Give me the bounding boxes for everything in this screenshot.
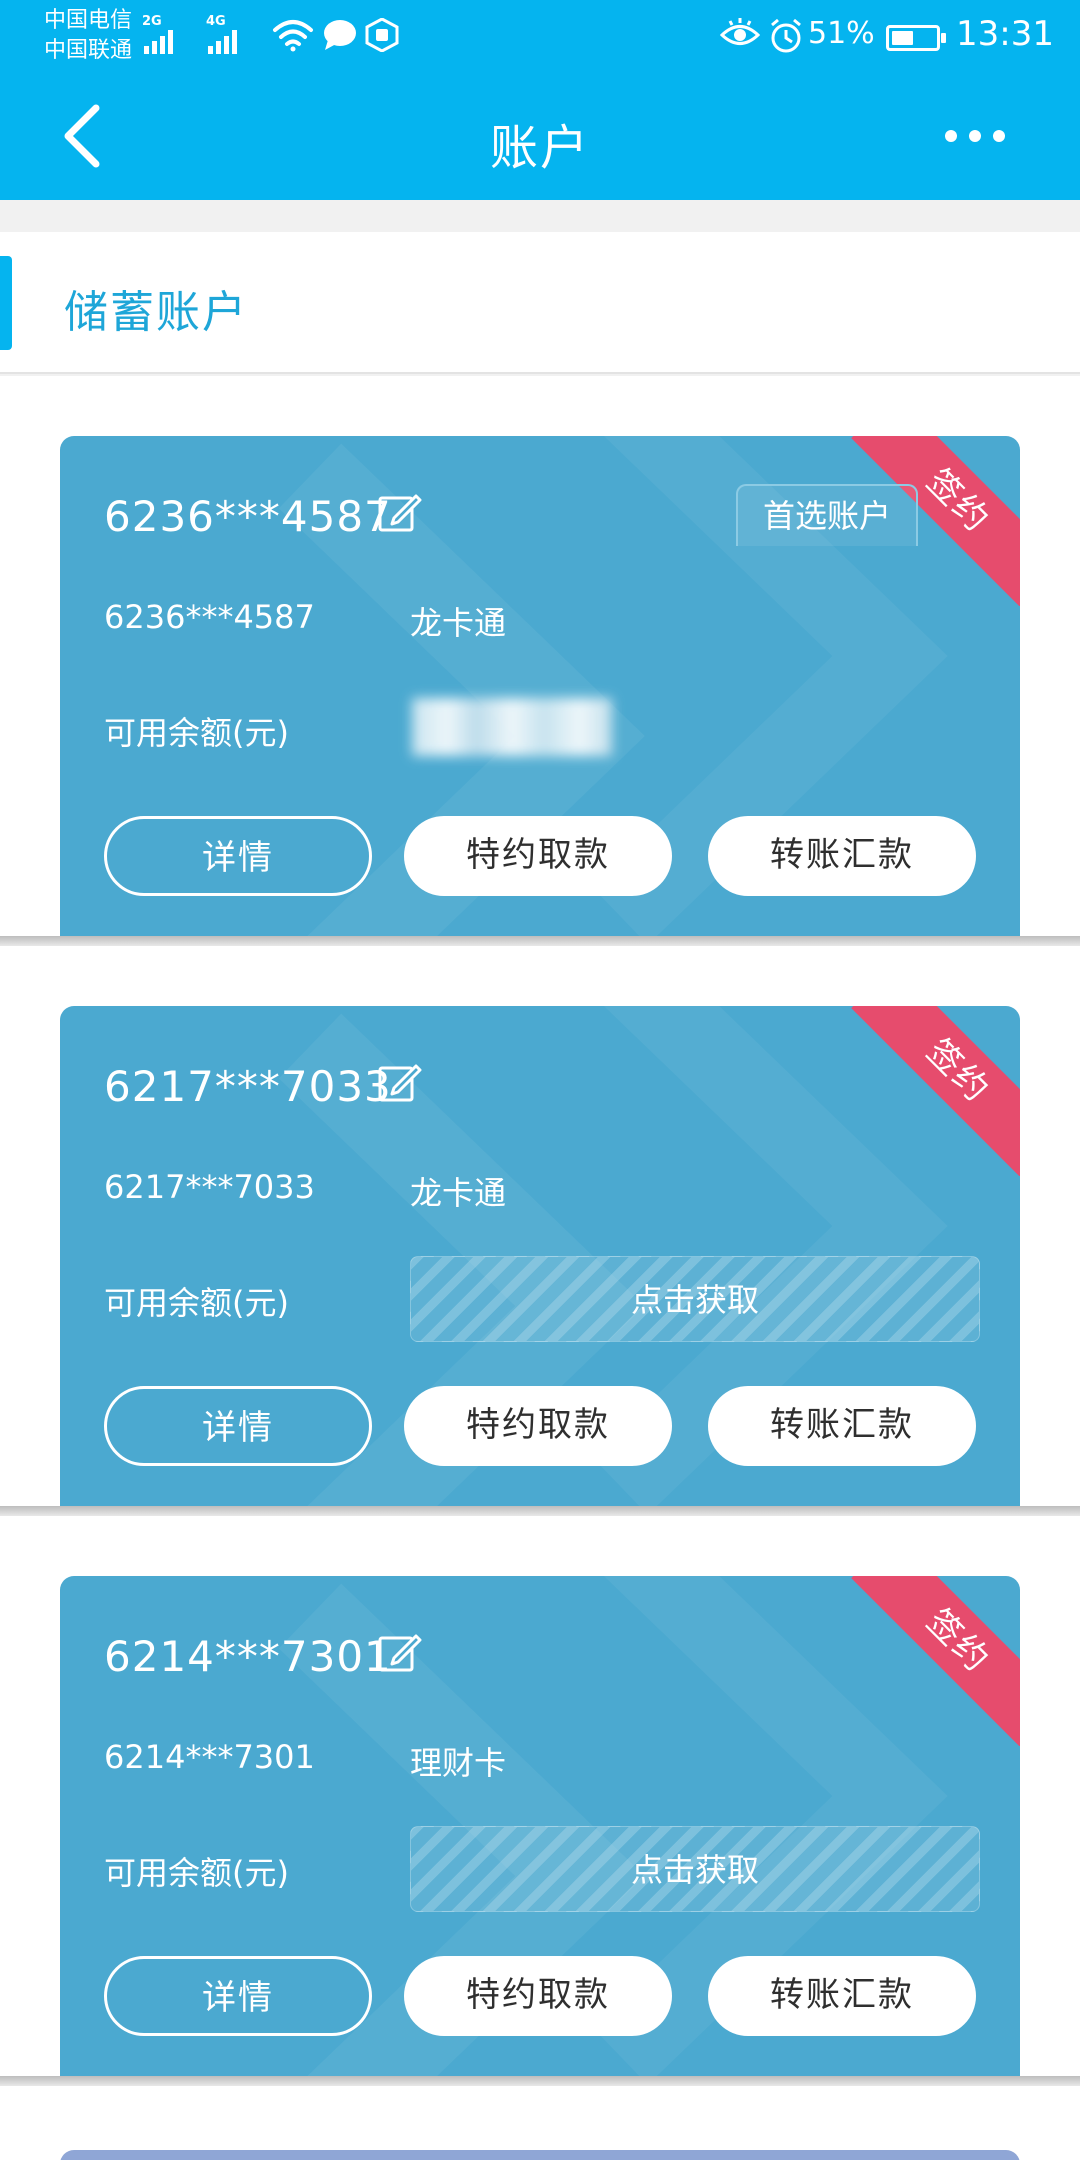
wifi-icon (273, 20, 313, 52)
app-badge-icon (365, 18, 399, 52)
signed-ribbon: 签约 (851, 1576, 1020, 1746)
signed-ribbon: 签约 (851, 1006, 1020, 1176)
card-number: 6236***4587 (104, 492, 392, 541)
clock: 13:31 (956, 14, 1054, 54)
section-accent-bar (0, 256, 12, 350)
account-number-short: 6217***7033 (104, 1168, 315, 1206)
carrier-1: 中国电信 (44, 8, 133, 33)
savings-section-header: 储蓄账户 (0, 232, 1080, 374)
account-block: 签约 6236***4587 首选账户 6236***4587 龙卡通 可用余额… (0, 376, 1080, 936)
account-number-short: 6214***7301 (104, 1738, 315, 1776)
battery-icon (886, 25, 946, 51)
network-type-1: 2G (142, 14, 162, 29)
network-type-2: 4G (206, 14, 226, 29)
section-title: 储蓄账户 (64, 287, 248, 338)
balance-label: 可用余额(元) (104, 1854, 289, 1892)
balance-value-masked (412, 698, 612, 756)
account-number-short: 6236***4587 (104, 598, 315, 636)
battery-percent: 51% (808, 16, 875, 51)
card-number: 6217***7033 (104, 1062, 392, 1111)
special-withdraw-button[interactable]: 特约取款 (404, 1956, 672, 2036)
section-divider (0, 936, 1080, 946)
transfer-button[interactable]: 转账汇款 (708, 1956, 976, 2036)
chat-bubble-icon (324, 20, 356, 50)
page-title: 账户 (489, 120, 590, 176)
account-type: 龙卡通 (410, 1174, 507, 1212)
account-type: 理财卡 (410, 1744, 507, 1782)
transfer-button[interactable]: 转账汇款 (708, 1386, 976, 1466)
account-card[interactable]: 签约 6214***7301 6214***7301 理财卡 可用余额(元) 点… (60, 1576, 1020, 2076)
details-button[interactable]: 详情 (104, 1956, 372, 2036)
preferred-account-badge: 首选账户 (736, 484, 918, 546)
special-withdraw-button[interactable]: 特约取款 (404, 1386, 672, 1466)
account-block: 签约 6217***7033 6217***7033 龙卡通 可用余额(元) 点… (0, 946, 1080, 1506)
edit-icon[interactable] (376, 1630, 422, 1676)
balance-label: 可用余额(元) (104, 1284, 289, 1322)
eye-icon (720, 18, 760, 45)
account-card[interactable]: 签约 6217***7033 6217***7033 龙卡通 可用余额(元) 点… (60, 1006, 1020, 1506)
more-options-button[interactable] (930, 98, 1020, 174)
account-block (0, 2086, 1080, 2160)
edit-icon[interactable] (376, 1060, 422, 1106)
details-button[interactable]: 详情 (104, 816, 372, 896)
carrier-2: 中国联通 (44, 38, 133, 63)
card-number: 6214***7301 (104, 1632, 392, 1681)
edit-icon[interactable] (376, 490, 422, 536)
special-withdraw-button[interactable]: 特约取款 (404, 816, 672, 896)
status-bar: 中国电信 中国联通 2G 4G 51% 13:31 (0, 0, 1080, 72)
alarm-icon (771, 18, 801, 53)
carrier-names: 中国电信 中国联通 (44, 6, 132, 66)
account-block: 签约 6214***7301 6214***7301 理财卡 可用余额(元) 点… (0, 1516, 1080, 2076)
more-dots-icon (945, 130, 1005, 142)
transfer-button[interactable]: 转账汇款 (708, 816, 976, 896)
fetch-balance-button[interactable]: 点击获取 (410, 1256, 980, 1342)
fetch-balance-button[interactable]: 点击获取 (410, 1826, 980, 1912)
account-card-partial[interactable] (60, 2150, 1020, 2160)
details-button[interactable]: 详情 (104, 1386, 372, 1466)
account-type: 龙卡通 (410, 604, 507, 642)
balance-label: 可用余额(元) (104, 714, 289, 752)
account-card[interactable]: 签约 6236***4587 首选账户 6236***4587 龙卡通 可用余额… (60, 436, 1020, 936)
app-header: 账户 (0, 72, 1080, 200)
section-divider (0, 1506, 1080, 1516)
section-divider (0, 2076, 1080, 2086)
